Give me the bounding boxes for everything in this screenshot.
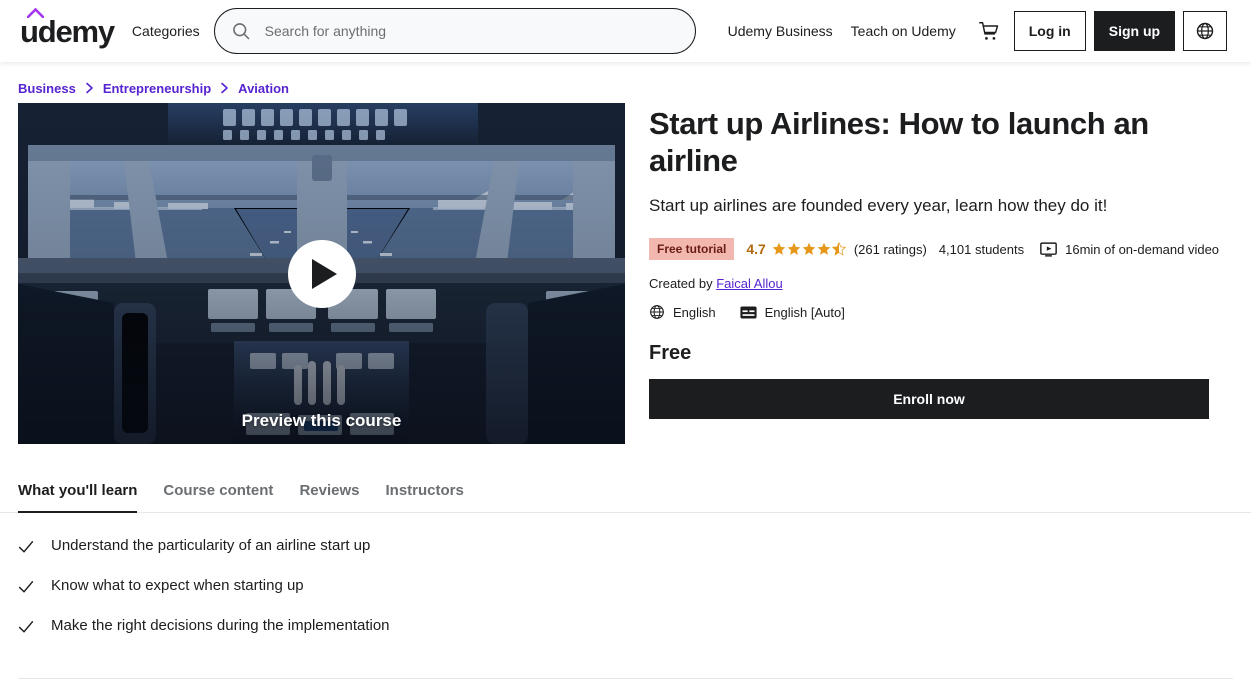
star-icon: [787, 242, 801, 256]
course-tabs: What you'll learn Course content Reviews…: [0, 482, 1251, 513]
check-icon: [18, 621, 34, 633]
globe-icon: [650, 305, 664, 320]
course-preview-video[interactable]: Preview this course: [18, 103, 625, 444]
globe-icon: [1196, 22, 1214, 40]
shopping-cart-icon: [978, 22, 998, 40]
tab-what-youll-learn[interactable]: What you'll learn: [18, 482, 138, 513]
logo-caret-icon: [27, 7, 44, 18]
play-icon: [312, 258, 337, 289]
udemy-business-link[interactable]: Udemy Business: [728, 23, 833, 39]
star-icon: [802, 242, 816, 256]
udemy-logo-text: udemy: [20, 13, 115, 49]
star-icon: [817, 242, 831, 256]
breadcrumb-item-business[interactable]: Business: [18, 81, 76, 96]
course-title: Start up Airlines: How to launch an airl…: [649, 106, 1149, 179]
objective-text: Understand the particularity of an airli…: [51, 537, 371, 554]
list-item: Understand the particularity of an airli…: [18, 537, 1233, 555]
enroll-now-button[interactable]: Enroll now: [649, 379, 1209, 420]
star-icon: [772, 242, 786, 256]
search-bar[interactable]: [213, 8, 696, 54]
udemy-logo[interactable]: udemy: [14, 7, 118, 49]
course-language: English: [649, 304, 716, 320]
rating-value: 4.7: [746, 241, 766, 258]
objective-text: Know what to expect when starting up: [51, 577, 304, 594]
course-captions: English [Auto]: [740, 305, 845, 320]
breadcrumb-item-entrepreneurship[interactable]: Entrepreneurship: [103, 81, 211, 96]
preview-course-label: Preview this course: [241, 411, 402, 430]
course-hero: Preview this course Start up Airlines: H…: [0, 94, 1251, 444]
language-text: English: [673, 304, 716, 320]
objective-text: Make the right decisions during the impl…: [51, 617, 390, 634]
search-icon: [232, 23, 249, 40]
what-youll-learn-list: Understand the particularity of an airli…: [0, 513, 1251, 635]
captions-text: English [Auto]: [764, 304, 845, 320]
ratings-count: (261 ratings): [853, 241, 927, 257]
footer-divider: [18, 678, 1233, 679]
free-tutorial-badge: Free tutorial: [649, 238, 735, 261]
check-icon: [18, 581, 34, 593]
search-input[interactable]: [264, 23, 679, 39]
star-half-icon: [831, 242, 846, 256]
chevron-right-icon: [85, 82, 94, 94]
tab-reviews[interactable]: Reviews: [299, 482, 359, 513]
created-by-label: Created by: [649, 276, 713, 292]
signup-button[interactable]: Sign up: [1093, 11, 1176, 51]
categories-nav[interactable]: Categories: [132, 23, 200, 39]
video-length-meta: 16min of on-demand video: [1040, 242, 1219, 257]
language-selector-button[interactable]: [1183, 11, 1228, 51]
course-info: Start up Airlines: How to launch an airl…: [649, 103, 1233, 444]
tab-course-content[interactable]: Course content: [163, 482, 273, 513]
list-item: Know what to expect when starting up: [18, 577, 1233, 595]
breadcrumb: Business Entrepreneurship Aviation: [0, 62, 1251, 96]
shopping-cart-button[interactable]: [976, 18, 1002, 44]
rating-stars: [772, 242, 846, 256]
video-length-text: 16min of on-demand video: [1065, 241, 1220, 257]
tab-instructors[interactable]: Instructors: [385, 482, 463, 513]
closed-caption-icon: [740, 306, 757, 319]
chevron-right-icon: [220, 82, 229, 94]
course-price: Free: [649, 342, 692, 365]
login-button[interactable]: Log in: [1013, 11, 1086, 51]
author-link[interactable]: Faical Allou: [716, 276, 782, 291]
created-by-row: Created by Faical Allou: [649, 276, 1233, 291]
course-subtitle: Start up airlines are founded every year…: [649, 196, 1108, 216]
students-count: 4,101 students: [938, 241, 1025, 257]
check-icon: [18, 541, 34, 553]
play-button[interactable]: [287, 239, 356, 308]
list-item: Make the right decisions during the impl…: [18, 617, 1233, 635]
video-monitor-icon: [1040, 242, 1057, 257]
language-row: English English [Auto]: [649, 304, 1233, 320]
site-header: udemy Categories Udemy Business Teach on…: [0, 0, 1251, 62]
course-stats-row: Free tutorial 4.7 (261 ratings) 4,101 st…: [649, 238, 1233, 261]
breadcrumb-item-aviation[interactable]: Aviation: [238, 81, 289, 96]
teach-on-udemy-link[interactable]: Teach on Udemy: [851, 23, 956, 39]
